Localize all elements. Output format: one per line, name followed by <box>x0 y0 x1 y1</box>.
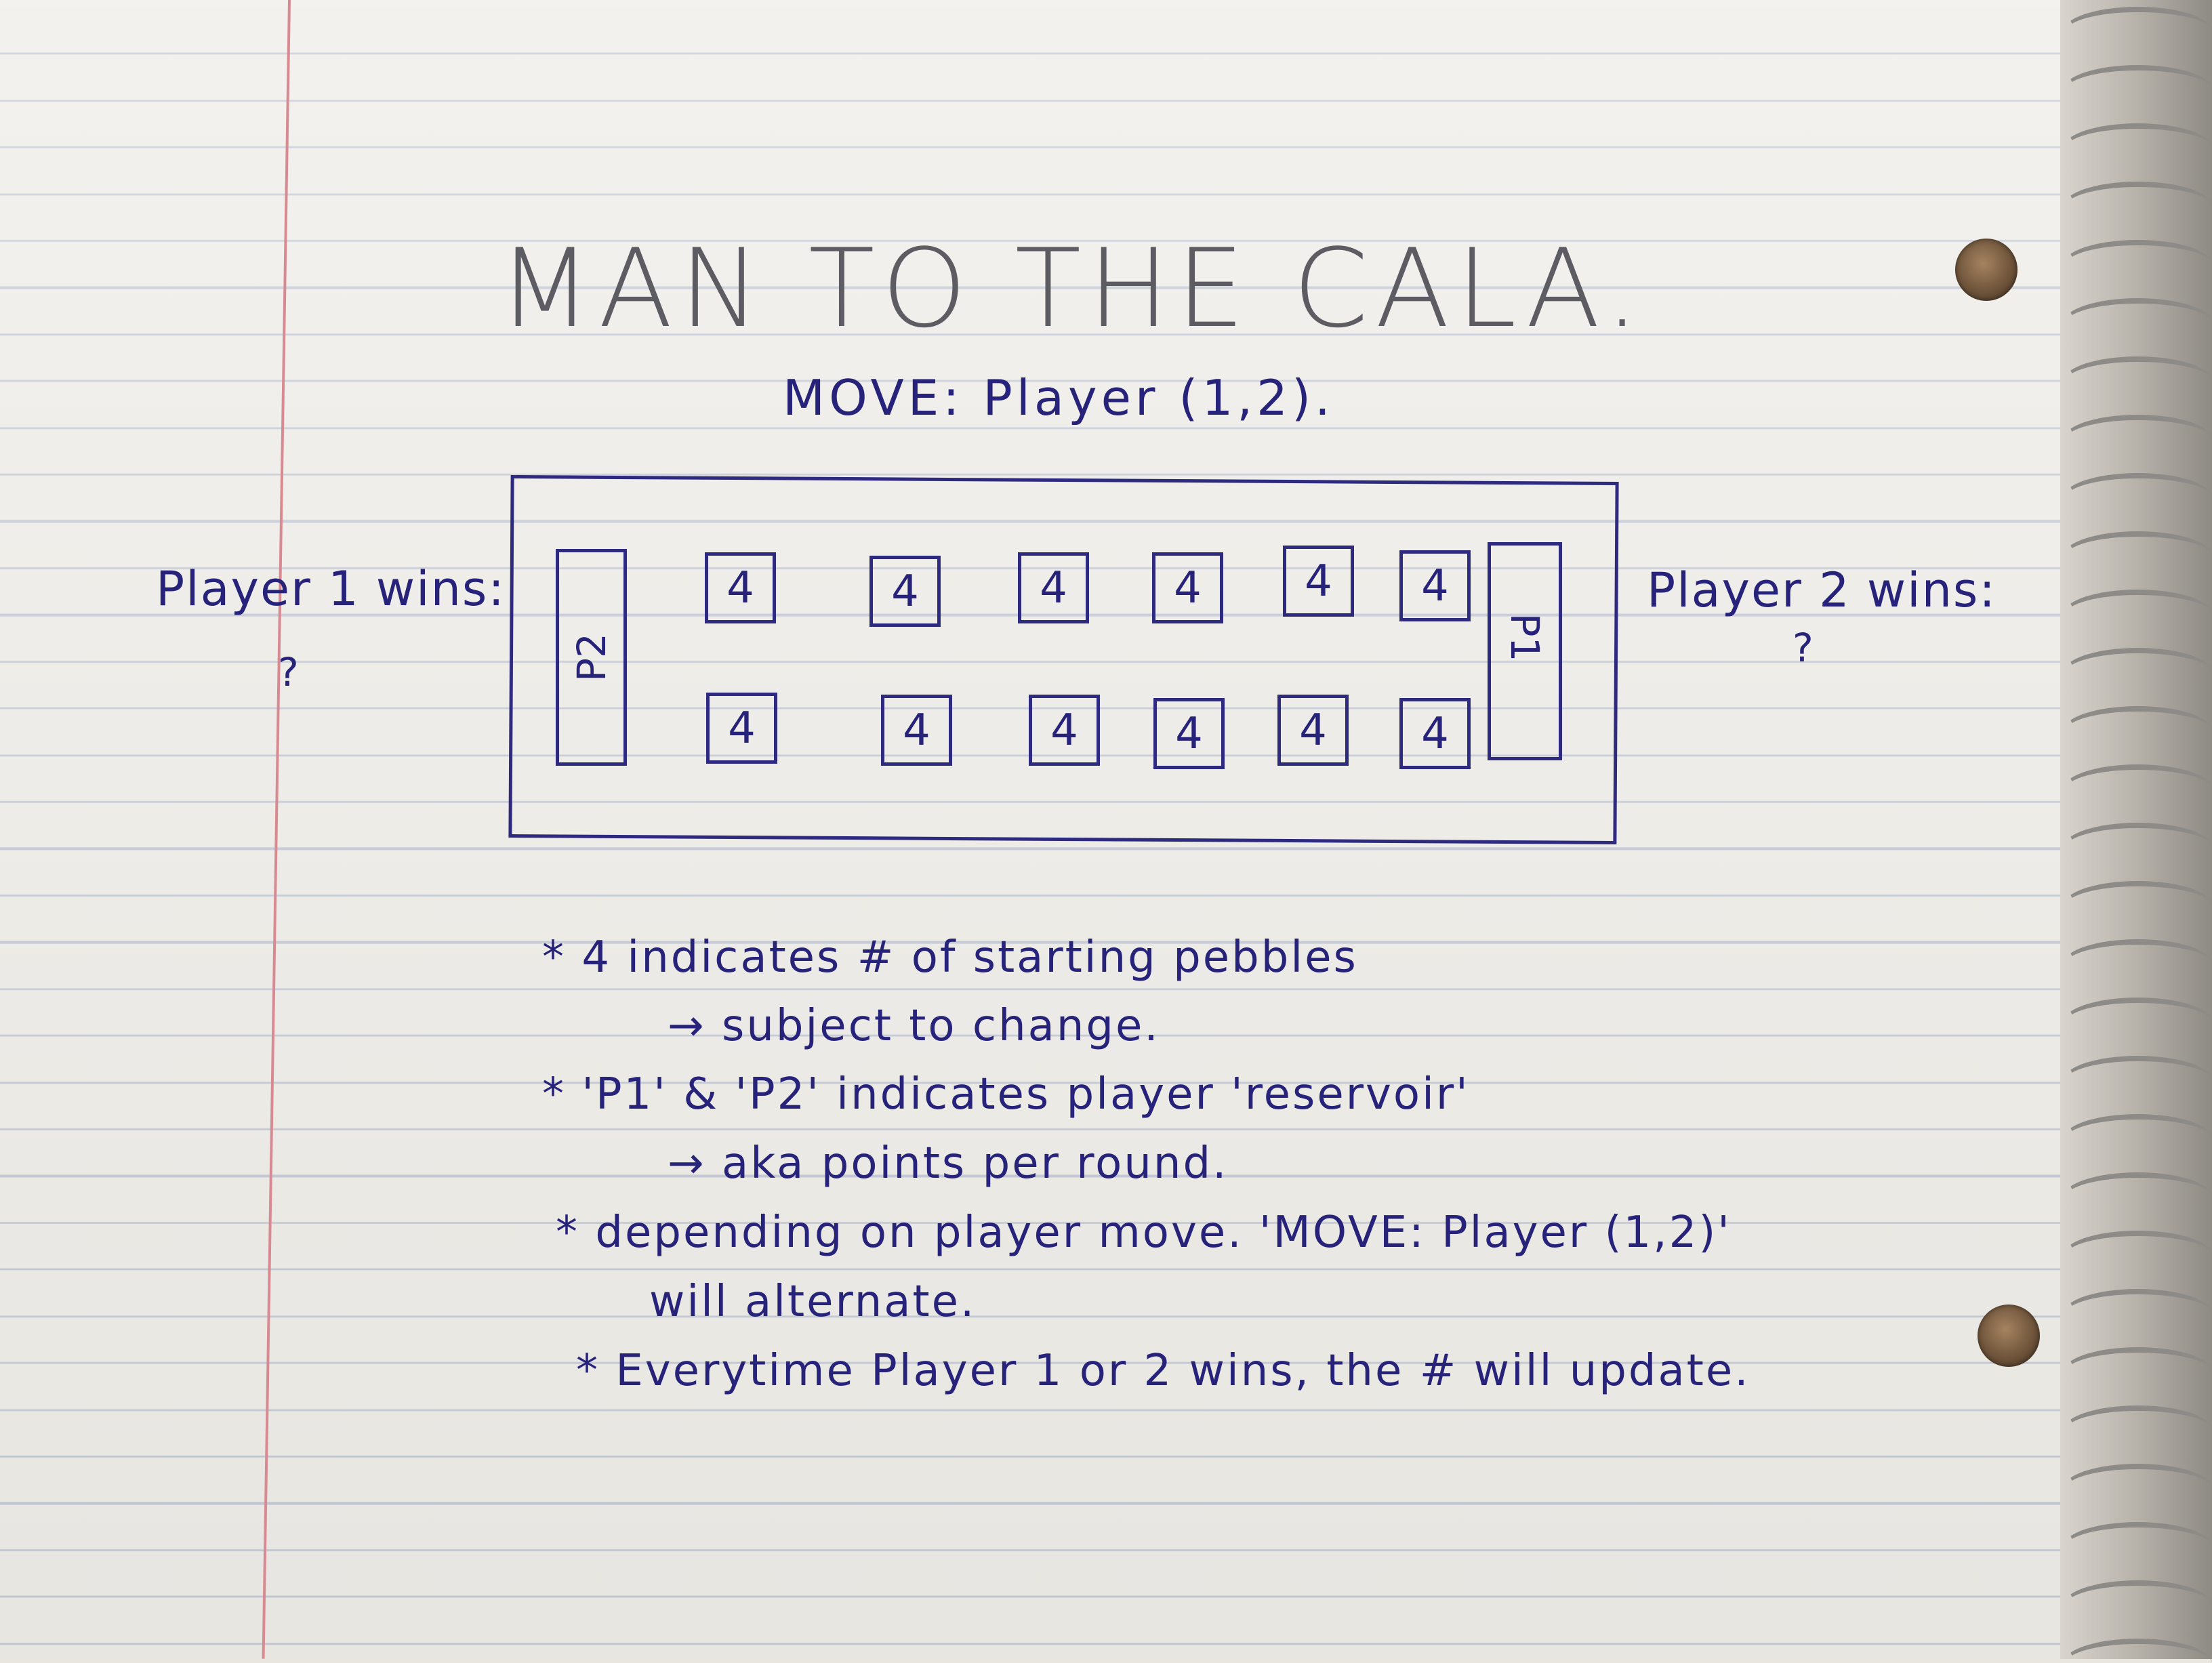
note-subject-to-change: → subject to change. <box>668 1001 1160 1051</box>
pit-top-6: 4 <box>1399 550 1471 621</box>
pit-top-2: 4 <box>869 556 941 627</box>
note-points-per-round: → aka points per round. <box>668 1138 1229 1189</box>
pit-bottom-4: 4 <box>1153 698 1225 769</box>
pit-bottom-6: 4 <box>1399 698 1471 769</box>
pit-bottom-1: 4 <box>706 693 777 764</box>
player2-wins-value: ? <box>1793 625 1815 671</box>
pit-bottom-5: 4 <box>1277 695 1349 766</box>
store-p1: P1 <box>1488 542 1562 760</box>
binder-hole-bottom <box>1978 1305 2040 1367</box>
player1-wins-value: ? <box>278 649 300 695</box>
move-indicator: MOVE: Player (1,2). <box>783 369 1334 426</box>
page-title: MAN TO THE CALA. <box>498 225 1647 352</box>
note-player-reservoir: * 'P1' & 'P2' indicates player 'reservoi… <box>542 1069 1470 1120</box>
note-wins-update: * Everytime Player 1 or 2 wins, the # wi… <box>576 1346 1750 1396</box>
pit-top-4: 4 <box>1152 552 1223 623</box>
store-p2-label: P2 <box>568 633 615 682</box>
pit-bottom-3: 4 <box>1029 695 1100 766</box>
pit-top-3: 4 <box>1018 552 1089 623</box>
pit-bottom-2: 4 <box>881 695 952 766</box>
store-p1-label: P1 <box>1502 613 1548 662</box>
player2-wins-label: Player 2 wins: <box>1647 562 1996 618</box>
binder-hole-top <box>1955 239 2018 301</box>
note-will-alternate: will alternate. <box>649 1277 977 1327</box>
pit-top-5: 4 <box>1283 546 1354 617</box>
player1-wins-label: Player 1 wins: <box>156 561 506 617</box>
mancala-board <box>508 475 1619 844</box>
note-starting-pebbles: * 4 indicates # of starting pebbles <box>542 932 1358 983</box>
pit-top-1: 4 <box>705 552 776 623</box>
note-move-alternates: * depending on player move. 'MOVE: Playe… <box>556 1208 1732 1258</box>
store-p2: P2 <box>556 549 627 766</box>
